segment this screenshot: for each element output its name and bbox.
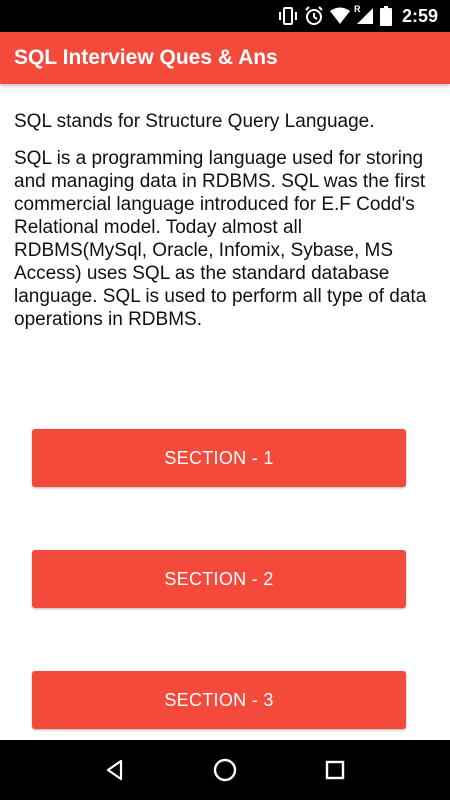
intro-paragraph: SQL stands for Structure Query Language.: [14, 111, 375, 132]
section-1-button[interactable]: SECTION - 1: [32, 429, 406, 487]
battery-icon: [379, 6, 392, 26]
back-icon[interactable]: [95, 750, 135, 790]
wifi-icon: [329, 7, 350, 25]
signal-roaming-icon: R: [353, 4, 374, 25]
app-title: SQL Interview Ques & Ans: [14, 46, 278, 69]
navigation-bar: [0, 740, 450, 800]
content-area: SQL stands for Structure Query Language.…: [0, 84, 450, 740]
home-icon[interactable]: [205, 750, 245, 790]
alarm-icon: [304, 6, 324, 26]
section-2-button[interactable]: SECTION - 2: [32, 550, 406, 608]
section-3-button[interactable]: SECTION - 3: [32, 671, 406, 729]
vibrate-icon: [278, 7, 298, 25]
description-paragraph: SQL is a programming language used for s…: [14, 148, 427, 330]
roaming-label: R: [353, 4, 361, 14]
status-bar: R 2:59: [0, 0, 450, 32]
app-bar: SQL Interview Ques & Ans: [0, 32, 450, 84]
recents-icon[interactable]: [315, 750, 355, 790]
status-time: 2:59: [401, 5, 438, 26]
